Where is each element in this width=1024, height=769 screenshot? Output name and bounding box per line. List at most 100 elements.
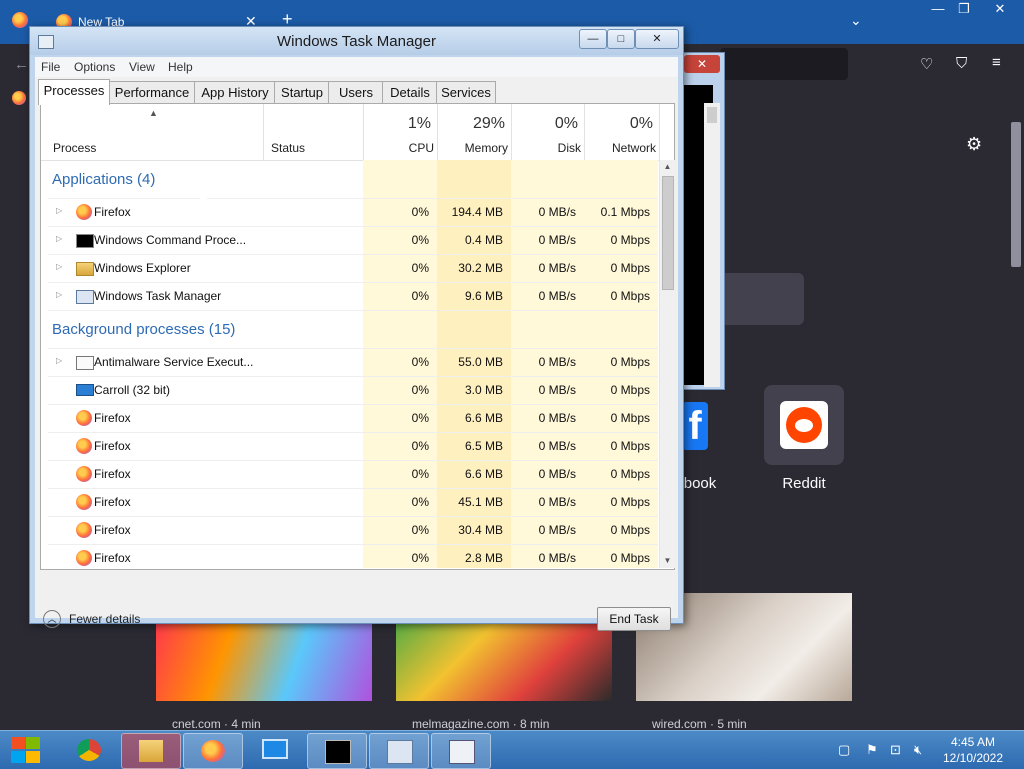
close-button[interactable]: ✕ bbox=[635, 29, 679, 49]
expand-arrow-icon[interactable]: ▷ bbox=[56, 206, 62, 215]
chevron-up-icon: ︿ bbox=[43, 610, 61, 628]
menu-file[interactable]: File bbox=[41, 60, 60, 74]
table-row[interactable]: ▷ Antimalware Service Execut... 0% 55.0 MB 0… bbox=[48, 348, 658, 377]
expand-arrow-icon[interactable]: ▷ bbox=[56, 356, 62, 365]
table-row[interactable]: Carroll (32 bit) 0% 3.0 MB 0 MB/s 0 Mbps bbox=[48, 376, 658, 405]
process-name: Firefox bbox=[94, 551, 131, 565]
windows-logo-icon bbox=[11, 737, 25, 749]
network-icon[interactable]: ⊡ bbox=[890, 742, 901, 758]
maximize-button[interactable]: ❐ bbox=[946, 0, 982, 18]
tile-reddit-label: Reddit bbox=[782, 475, 826, 492]
tab-startup[interactable]: Startup bbox=[274, 81, 330, 104]
facebook-icon[interactable]: f bbox=[682, 402, 708, 450]
table-row[interactable]: Firefox 0% 6.5 MB 0 MB/s 0 Mbps bbox=[48, 432, 658, 461]
folder-icon bbox=[139, 740, 163, 762]
story-source: melmagazine.com · 8 min bbox=[412, 717, 550, 731]
close-icon[interactable]: ✕ bbox=[684, 55, 720, 73]
list-tabs-chevron-icon[interactable]: ⌄ bbox=[850, 12, 862, 29]
title-bar[interactable]: Windows Task Manager — □ ✕ bbox=[30, 27, 683, 55]
close-button[interactable]: ✕ bbox=[982, 0, 1018, 18]
tab-users[interactable]: Users bbox=[328, 81, 384, 104]
header-cpu[interactable]: 1% CPU bbox=[363, 104, 438, 160]
cell-mem: 6.5 MB bbox=[464, 439, 503, 453]
tile-reddit[interactable] bbox=[764, 385, 844, 465]
menu-view[interactable]: View bbox=[129, 60, 155, 74]
cell-mem: 0.4 MB bbox=[464, 233, 503, 247]
scroll-thumb[interactable] bbox=[662, 176, 674, 290]
taskbar-explorer[interactable] bbox=[121, 733, 181, 769]
end-task-button[interactable]: End Task bbox=[597, 607, 671, 631]
tab-details[interactable]: Details bbox=[382, 81, 438, 104]
process-name: Windows Task Manager bbox=[94, 289, 222, 303]
cell-net: 0 Mbps bbox=[610, 383, 650, 397]
table-row[interactable]: ▷ Firefox 0% 194.4 MB 0 MB/s 0.1 Mbps bbox=[48, 198, 658, 227]
volume-muted-icon[interactable]: 🔇︎ bbox=[914, 742, 922, 758]
taskbar-remote-desktop[interactable] bbox=[245, 733, 303, 767]
menu-options[interactable]: Options bbox=[74, 60, 115, 74]
action-center-flag-icon[interactable]: ⚑ bbox=[866, 742, 878, 758]
tab-performance[interactable]: Performance bbox=[108, 81, 196, 104]
taskbar-firefox[interactable] bbox=[183, 733, 243, 769]
console-scrollbar[interactable] bbox=[704, 103, 720, 387]
header-process[interactable]: ▲ Process bbox=[41, 104, 264, 160]
group-header: Applications (4) bbox=[48, 160, 658, 199]
story-source: wired.com · 5 min bbox=[652, 717, 747, 731]
start-button[interactable] bbox=[8, 735, 42, 765]
cell-mem: 6.6 MB bbox=[464, 467, 503, 481]
maximize-button[interactable]: □ bbox=[607, 29, 635, 49]
expand-arrow-icon[interactable]: ▷ bbox=[56, 290, 62, 299]
header-disk[interactable]: 0% Disk bbox=[511, 104, 585, 160]
search-box[interactable] bbox=[720, 273, 804, 325]
url-bar[interactable] bbox=[720, 48, 848, 80]
cmd-icon bbox=[76, 234, 94, 248]
table-row[interactable]: Firefox 0% 2.8 MB 0 MB/s 0 Mbps bbox=[48, 544, 658, 568]
table-row[interactable]: Firefox 0% 6.6 MB 0 MB/s 0 Mbps bbox=[48, 404, 658, 433]
scroll-up-icon[interactable]: ▲ bbox=[660, 160, 675, 174]
cell-disk: 0 MB/s bbox=[538, 495, 576, 509]
tab-app-history[interactable]: App History bbox=[194, 81, 276, 104]
cell-cpu: 0% bbox=[411, 467, 429, 481]
table-row[interactable]: Firefox 0% 45.1 MB 0 MB/s 0 Mbps bbox=[48, 488, 658, 517]
cell-disk: 0 MB/s bbox=[538, 205, 576, 219]
pocket-icon[interactable]: ♡ bbox=[920, 55, 933, 73]
taskbar-task-manager[interactable] bbox=[369, 733, 429, 769]
tab-services[interactable]: Services bbox=[436, 81, 496, 104]
hamburger-menu-icon[interactable]: ≡ bbox=[992, 54, 1001, 71]
menu-help[interactable]: Help bbox=[168, 60, 193, 74]
expand-arrow-icon[interactable]: ▷ bbox=[56, 234, 62, 243]
tab-processes[interactable]: Processes bbox=[38, 79, 110, 105]
header-status[interactable]: Status bbox=[263, 104, 364, 160]
process-name: Firefox bbox=[94, 205, 131, 219]
column-headers: ▲ Process Status 1% CPU 29% Memory 0% Di… bbox=[41, 104, 674, 161]
header-network[interactable]: 0% Network bbox=[584, 104, 660, 160]
minimize-button[interactable]: — bbox=[579, 29, 607, 49]
taskbar-chrome[interactable] bbox=[60, 733, 118, 767]
table-row[interactable]: ▷ Windows Explorer 0% 30.2 MB 0 MB/s 0 Mbps bbox=[48, 254, 658, 283]
firefox-bookmark-icon[interactable] bbox=[12, 91, 26, 105]
cell-cpu: 0% bbox=[411, 439, 429, 453]
back-arrow-icon[interactable]: ← bbox=[14, 56, 29, 73]
process-list-scrollbar[interactable]: ▲ ▼ bbox=[659, 160, 675, 568]
table-row[interactable]: ▷ Windows Command Proce... 0% 0.4 MB 0 MB/s 0… bbox=[48, 226, 658, 255]
header-memory[interactable]: 29% Memory bbox=[437, 104, 512, 160]
page-scrollbar[interactable] bbox=[1008, 112, 1024, 730]
system-clock[interactable]: 4:45 AM 12/10/2022 bbox=[938, 734, 1008, 766]
gear-icon[interactable]: ⚙ bbox=[966, 134, 982, 155]
scroll-down-icon[interactable]: ▼ bbox=[660, 554, 675, 568]
taskbar-system-info[interactable] bbox=[431, 733, 491, 769]
taskbar-cmd[interactable] bbox=[307, 733, 367, 769]
cell-cpu: 0% bbox=[411, 523, 429, 537]
cell-net: 0 Mbps bbox=[610, 355, 650, 369]
ublock-shield-icon[interactable]: ⛉ bbox=[956, 55, 967, 72]
cell-disk: 0 MB/s bbox=[538, 289, 576, 303]
table-row[interactable]: Firefox 0% 6.6 MB 0 MB/s 0 Mbps bbox=[48, 460, 658, 489]
table-row[interactable]: Firefox 0% 30.4 MB 0 MB/s 0 Mbps bbox=[48, 516, 658, 545]
cell-mem: 6.6 MB bbox=[464, 411, 503, 425]
firefox-menu-icon[interactable] bbox=[12, 12, 28, 32]
table-row[interactable]: ▷ Windows Task Manager 0% 9.6 MB 0 MB/s 0 Mbp… bbox=[48, 282, 658, 311]
firefox-icon bbox=[76, 522, 92, 538]
expand-arrow-icon[interactable]: ▷ bbox=[56, 262, 62, 271]
cmd-icon bbox=[325, 740, 351, 764]
show-hidden-icons[interactable]: ▢ bbox=[838, 742, 850, 758]
cell-disk: 0 MB/s bbox=[538, 355, 576, 369]
